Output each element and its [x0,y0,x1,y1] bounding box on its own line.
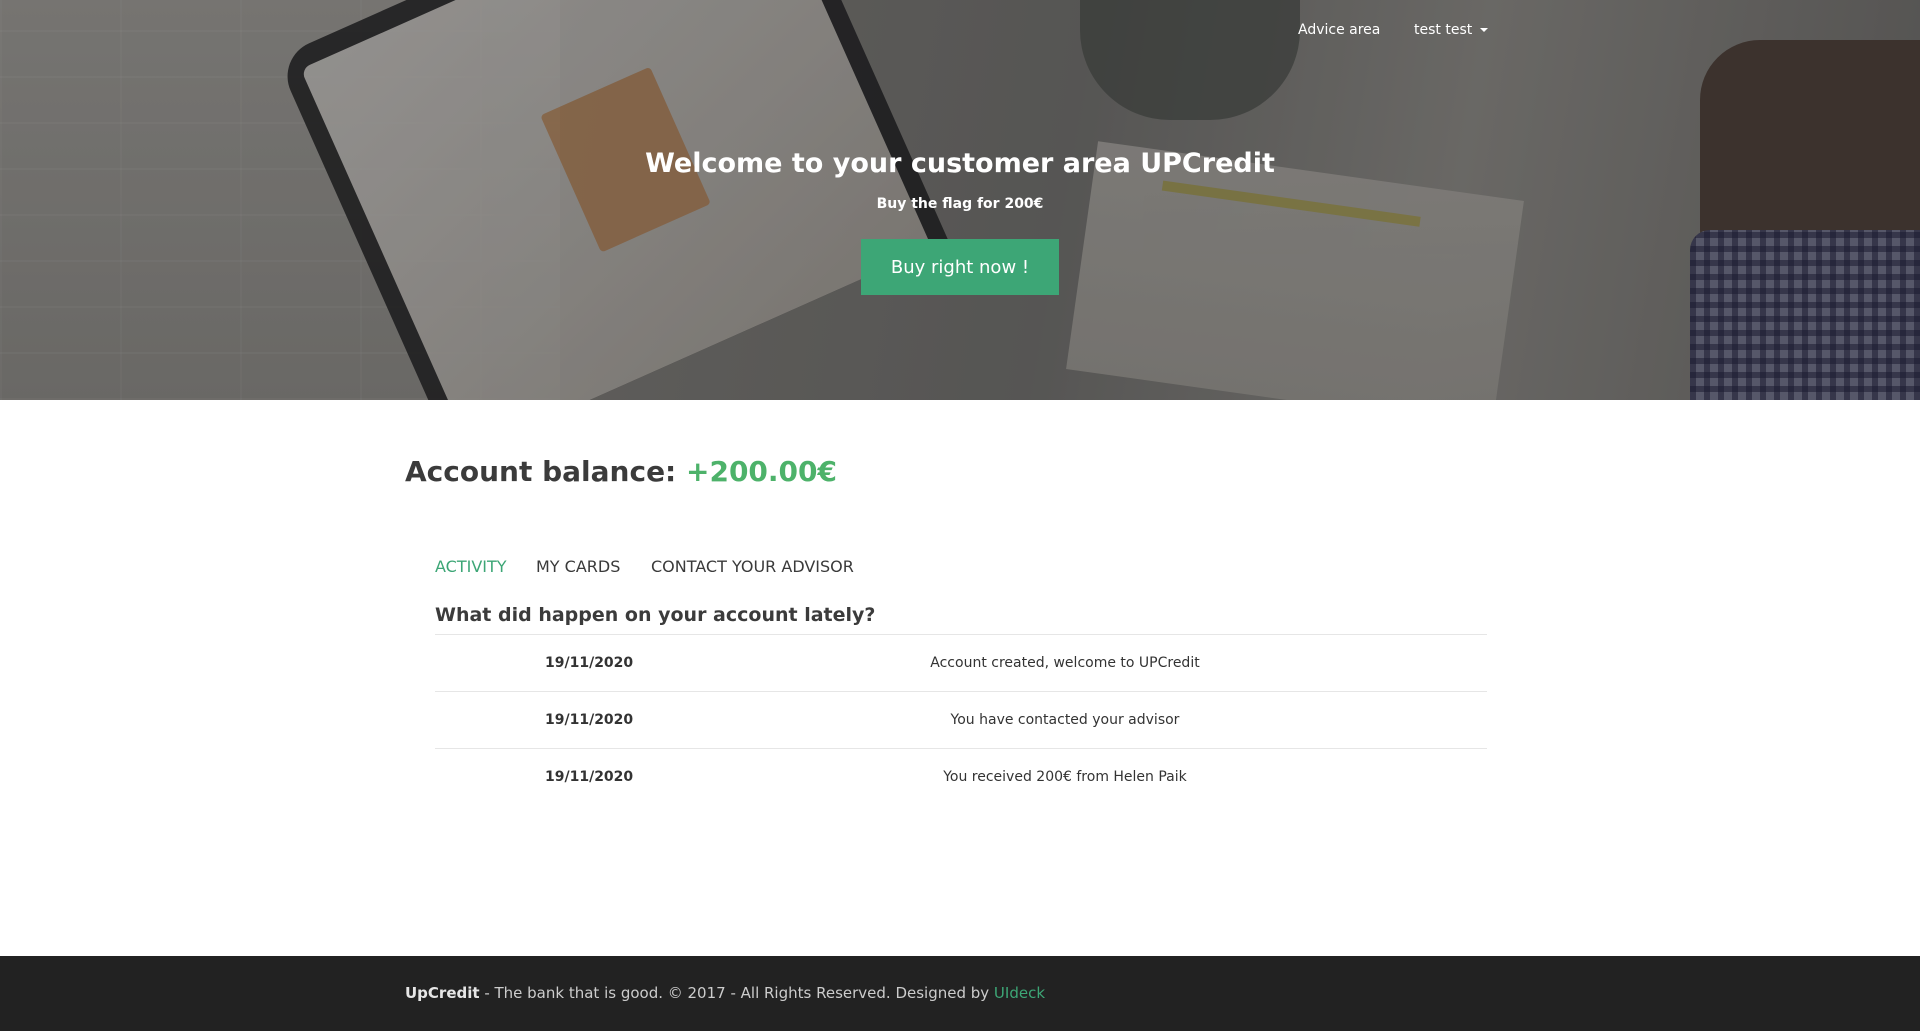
user-menu-dropdown[interactable]: test test [1414,22,1489,38]
activity-date: 19/11/2020 [545,712,634,728]
activity-table: 19/11/2020 Account created, welcome to U… [435,634,1487,806]
tab-contact-advisor[interactable]: CONTACT YOUR ADVISOR [651,557,854,576]
footer: UpCredit - The bank that is good. © 2017… [0,956,1920,1031]
activity-description: You received 200€ from Helen Paik [943,769,1187,785]
account-balance-label: Account balance: [405,455,677,488]
nav-advice-area-link[interactable]: Advice area [1298,22,1380,38]
footer-text: UpCredit - The bank that is good. © 2017… [405,984,1045,1002]
buy-now-button[interactable]: Buy right now ! [861,239,1059,295]
activity-date: 19/11/2020 [545,655,634,671]
table-row: 19/11/2020 You received 200€ from Helen … [435,749,1487,806]
footer-brand: UpCredit [405,984,480,1002]
activity-description: Account created, welcome to UPCredit [930,655,1200,671]
user-menu-label: test test [1414,22,1473,38]
caret-down-icon [1480,28,1489,32]
table-row: 19/11/2020 You have contacted your advis… [435,692,1487,749]
account-balance: Account balance: +200.00€ [405,455,837,488]
hero-subtitle: Buy the flag for 200€ [876,196,1044,212]
account-balance-value: +200.00€ [686,455,837,488]
activity-section-title: What did happen on your account lately? [435,604,876,626]
table-row: 19/11/2020 Account created, welcome to U… [435,635,1487,692]
hero-banner: Advice area test test Welcome to your cu… [0,0,1920,400]
tab-my-cards[interactable]: MY CARDS [536,557,620,576]
footer-copyright: - The bank that is good. © 2017 - All Ri… [479,984,994,1002]
tab-activity[interactable]: ACTIVITY [435,557,507,576]
footer-designer-link[interactable]: UIdeck [994,984,1045,1002]
activity-description: You have contacted your advisor [950,712,1180,728]
top-navigation: Advice area test test [0,22,1920,46]
hero-title: Welcome to your customer area UPCredit [645,148,1275,179]
activity-date: 19/11/2020 [545,769,634,785]
